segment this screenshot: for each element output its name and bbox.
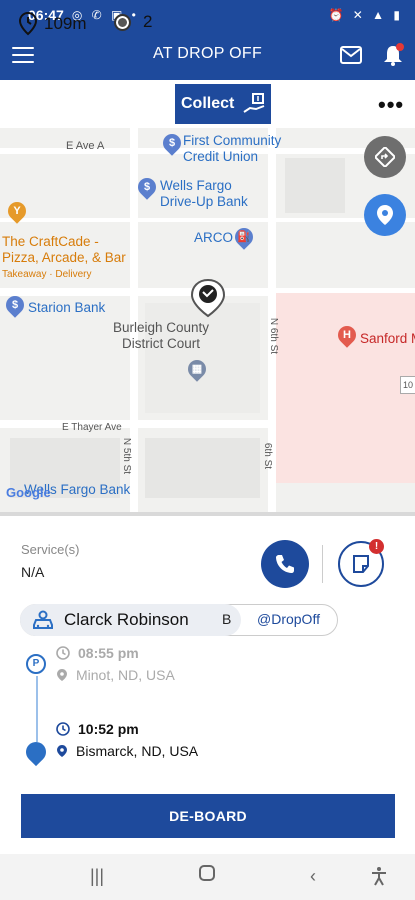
dropoff-address-row: Bismarck, ND, USA	[56, 743, 198, 759]
map-label-craftcade[interactable]: The CraftCade - Pizza, Arcade, & Bar	[2, 234, 126, 266]
map-label-6th: 6th St	[262, 442, 274, 470]
distance-value: 109m	[44, 14, 87, 33]
map-label-route: 10	[400, 376, 415, 394]
bell-icon[interactable]	[383, 43, 404, 71]
pickup-time-row: 08:55 pm	[56, 645, 139, 661]
system-nav-bar: ||| ‹	[0, 854, 415, 900]
clock-icon	[56, 722, 70, 736]
location-icon	[377, 205, 393, 225]
de-board-button[interactable]: DE-BOARD	[21, 794, 395, 838]
bank-pin-icon[interactable]: $	[134, 174, 160, 200]
passenger-info[interactable]: Clarck Robinson	[20, 604, 241, 636]
map-label-burleigh[interactable]: Burleigh County District Court	[113, 320, 209, 352]
pickup-marker: P	[26, 654, 46, 674]
hospital-pin-icon[interactable]: H	[334, 322, 360, 348]
action-separator	[322, 545, 323, 583]
passenger-status-tag: @DropOff	[257, 611, 320, 627]
distance-indicator: 109m	[18, 12, 87, 36]
map-label-first-community[interactable]: First Community Credit Union	[183, 133, 281, 165]
bank-pin-icon[interactable]: $	[2, 292, 28, 318]
restaurant-pin-icon[interactable]: Y	[4, 198, 30, 224]
map-label-arco[interactable]: ARCO	[194, 230, 233, 246]
mail-icon[interactable]	[340, 46, 362, 69]
map-label-starion[interactable]: Starion Bank	[28, 300, 105, 316]
map-label-wells-fargo-drive-up[interactable]: Wells Fargo Drive-Up Bank	[160, 178, 248, 210]
courthouse-pin-icon[interactable]: ▦	[184, 356, 210, 382]
map-view[interactable]: E Ave A $ First Community Credit Union $…	[0, 128, 415, 512]
map-label-n6th: N 6th St	[268, 317, 280, 355]
panel-divider	[0, 512, 415, 516]
services-label: Service(s)	[21, 542, 80, 557]
dropoff-time-row: 10:52 pm	[56, 721, 139, 737]
notification-dot	[396, 43, 404, 51]
gas-station-pin-icon[interactable]: ⛽	[231, 224, 257, 250]
more-options-icon[interactable]: •••	[378, 92, 404, 118]
map-label-e-ave-a: E Ave A	[66, 140, 105, 152]
pickup-address: Minot, ND, USA	[76, 667, 175, 683]
rider-car-icon	[33, 610, 53, 629]
directions-button[interactable]	[364, 136, 406, 178]
services-value: N/A	[21, 564, 45, 580]
stops-count: 2	[143, 12, 153, 31]
back-icon[interactable]: ‹	[310, 866, 316, 887]
dropoff-address: Bismarck, ND, USA	[76, 743, 199, 759]
notes-badge: !	[369, 539, 384, 554]
location-pin-icon	[57, 745, 67, 757]
pickup-time: 08:55 pm	[78, 645, 139, 661]
location-pin-icon	[57, 669, 67, 681]
clock-icon	[56, 646, 70, 660]
collect-label: Collect	[181, 95, 235, 112]
recent-apps-icon[interactable]: |||	[90, 866, 104, 887]
note-icon	[353, 555, 369, 573]
directions-icon	[375, 147, 395, 167]
stops-icon	[114, 13, 131, 31]
call-button[interactable]	[261, 540, 309, 588]
map-label-n5th: N 5th St	[121, 437, 133, 475]
hand-payment-icon	[243, 93, 265, 113]
passenger-code: B	[222, 611, 232, 627]
hospital-area	[276, 293, 415, 483]
location-pin-icon	[18, 12, 38, 36]
map-label-thayer: E Thayer Ave	[62, 422, 122, 433]
google-logo: Google	[6, 485, 51, 500]
vehicle-marker-icon	[190, 278, 226, 318]
home-icon[interactable]	[198, 864, 216, 887]
dropoff-marker-icon	[21, 737, 51, 767]
stops-indicator: 2	[114, 12, 152, 32]
system-icons: ⏰ ✕ ▲ ▮	[328, 8, 403, 22]
collect-button[interactable]: Collect	[175, 84, 271, 124]
bank-pin-icon[interactable]: $	[159, 130, 185, 156]
app-bar: AT DROP OFF	[0, 30, 415, 80]
phone-icon	[276, 555, 294, 573]
map-label-craftcade-sub: Takeaway · Delivery	[2, 269, 92, 280]
my-location-button[interactable]	[364, 194, 406, 236]
dropoff-time: 10:52 pm	[78, 721, 139, 737]
route-line	[36, 676, 38, 742]
accessibility-icon[interactable]	[370, 866, 388, 891]
map-label-sanford[interactable]: Sanford M	[360, 331, 415, 347]
pickup-address-row: Minot, ND, USA	[56, 667, 175, 683]
passenger-name: Clarck Robinson	[64, 610, 189, 629]
